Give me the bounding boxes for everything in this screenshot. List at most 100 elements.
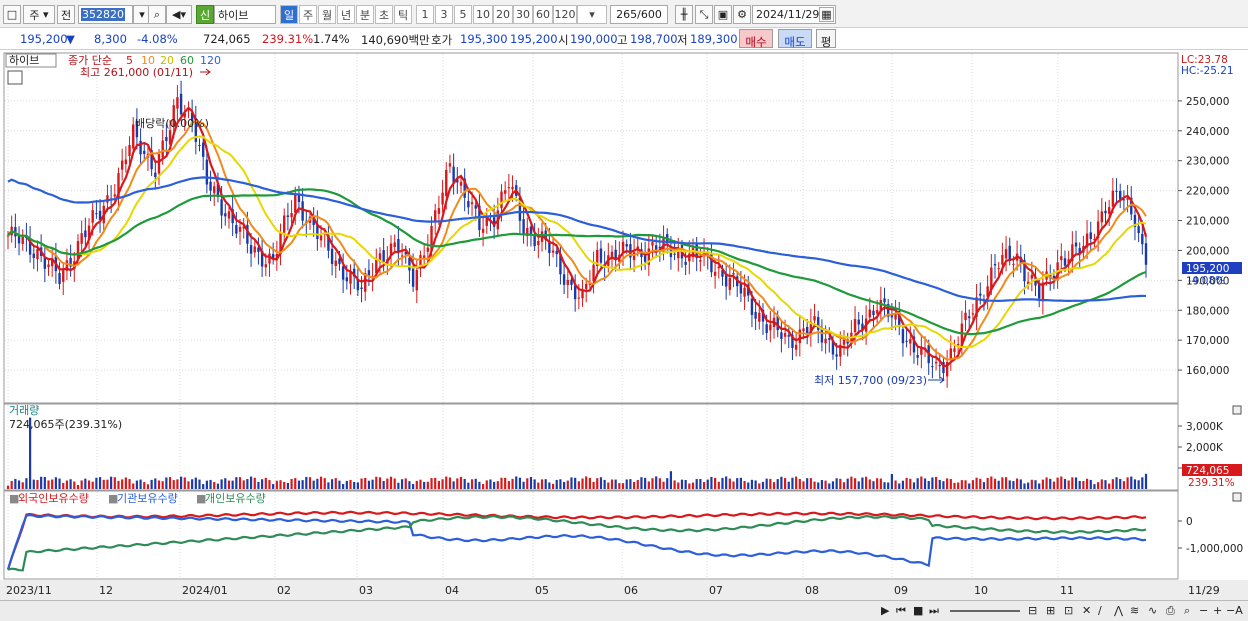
draw-tool-icon[interactable]: ⤡ (695, 5, 713, 24)
interval-5[interactable]: 5 (454, 5, 472, 24)
gear-icon[interactable]: ⚙ (733, 5, 751, 24)
cross-icon[interactable]: ✕ (1082, 604, 1091, 617)
calendar-icon[interactable]: ▦ (819, 7, 834, 22)
layout-icon[interactable]: ⊟ (1028, 604, 1037, 617)
zoom-slider[interactable] (950, 610, 1020, 612)
fib-icon[interactable]: ≋ (1130, 604, 1139, 617)
period-second[interactable]: 초 (375, 5, 393, 24)
period-day[interactable]: 일 (280, 5, 298, 24)
volume-bar (1023, 483, 1026, 489)
volume-bar (452, 481, 455, 489)
eval-button[interactable]: 평 (816, 29, 836, 49)
volume-bar (898, 483, 901, 489)
volume-bar (378, 477, 382, 489)
code-input[interactable]: 352820 (78, 5, 133, 24)
text-size-icon[interactable]: −A (1226, 604, 1243, 617)
volume-bar (769, 478, 772, 489)
holding-pane-close-icon[interactable] (1232, 492, 1242, 502)
volume-bar (319, 476, 323, 489)
buy-button[interactable]: 매수 (739, 29, 773, 49)
x-axis-label: 05 (535, 584, 549, 597)
ask-value: 195,300 (460, 32, 508, 46)
sound-icon[interactable]: ◀▾ (166, 5, 192, 24)
period-year[interactable]: 년 (337, 5, 355, 24)
volume-bar (400, 479, 404, 489)
mode-select[interactable]: 주 ▾ (23, 5, 55, 24)
price-tick-label: 250,000 (1186, 96, 1229, 108)
period-label: 분 (359, 8, 371, 22)
split-icon[interactable]: ⊞ (1046, 604, 1055, 617)
dividend-annotation: 배당락(0.00%) (135, 117, 209, 130)
candle-body (1001, 254, 1004, 265)
draw-line-icon[interactable]: ∕ (1098, 604, 1102, 617)
interval-label: 5 (459, 8, 467, 21)
candle-body (1107, 207, 1111, 214)
candle-body (905, 340, 908, 342)
volume-bar (213, 482, 216, 489)
grid-toggle-icon[interactable] (7, 70, 23, 85)
candle-body (783, 333, 787, 337)
candle-body (209, 181, 212, 191)
rewind-icon[interactable]: ⏮ (896, 604, 906, 618)
prev-button[interactable]: 전 (57, 5, 75, 24)
interval-1[interactable]: 1 (416, 5, 434, 24)
low-annotation: 최저 157,700 (09/23) (814, 374, 927, 387)
search-icon[interactable]: ⌕ (148, 5, 166, 24)
stock-chart[interactable]: 250,000 240,000 230,000 220,000 210,000 200,0… (0, 50, 1248, 600)
wave-icon[interactable]: ∿ (1148, 604, 1157, 617)
scroll-right-icon[interactable]: ▶ (881, 604, 889, 617)
stock-name-field[interactable]: 하이브 (214, 5, 276, 24)
interval-10[interactable]: 10 (473, 5, 493, 24)
volume-bar (658, 478, 661, 489)
minus-icon[interactable]: − (1199, 604, 1208, 617)
interval-20[interactable]: 20 (493, 5, 513, 24)
volume-bar (806, 478, 809, 489)
volume-pane-close-icon[interactable] (1232, 405, 1242, 415)
volume-bar (132, 483, 135, 489)
forward-icon[interactable]: ⏭ (929, 604, 939, 618)
volume-bar (1071, 477, 1074, 489)
interval-3[interactable]: 3 (435, 5, 453, 24)
volume-bar (835, 478, 838, 489)
period-minute[interactable]: 분 (356, 5, 374, 24)
candle-body (931, 366, 934, 368)
period-tick[interactable]: 틱 (394, 5, 412, 24)
search-small-icon[interactable]: ⌕ (1184, 604, 1190, 618)
window-icon[interactable]: □ (3, 5, 21, 24)
period-month[interactable]: 월 (318, 5, 336, 24)
high-value: 198,700 (630, 32, 678, 46)
interval-120[interactable]: 120 (553, 5, 577, 24)
print-icon[interactable]: ⎙ (1166, 604, 1175, 618)
stop-icon[interactable]: ■ (913, 604, 923, 617)
volume-bar (942, 481, 945, 489)
count-field[interactable]: 265/600 (610, 5, 668, 24)
candle-body (341, 266, 345, 280)
volume-bar (172, 480, 175, 489)
volume-bar (1041, 479, 1044, 489)
volume-bar (1130, 476, 1133, 489)
volume-bar (647, 481, 650, 489)
candle-body (36, 248, 39, 260)
candle-body (979, 293, 982, 296)
interval-30[interactable]: 30 (513, 5, 533, 24)
grid-view-icon[interactable]: ⊡ (1064, 604, 1073, 617)
period-week[interactable]: 주 (299, 5, 317, 24)
interval-custom-select[interactable]: ▾ (577, 5, 607, 24)
plus-icon[interactable]: + (1213, 604, 1222, 617)
candle-type-icon[interactable]: ╫ (675, 5, 693, 24)
volume-bar (205, 480, 208, 489)
save-icon[interactable]: ▣ (714, 5, 732, 24)
volume-bar (588, 477, 591, 489)
volume-bar (1045, 477, 1048, 489)
trend-icon[interactable]: ⋀ (1114, 604, 1123, 617)
candle-body (157, 154, 161, 174)
volume-bar (1027, 482, 1030, 489)
volume-bar (356, 482, 359, 489)
sell-button[interactable]: 매도 (778, 29, 812, 49)
volume-bar (375, 476, 378, 489)
interval-60[interactable]: 60 (533, 5, 553, 24)
candle-body (1012, 263, 1015, 265)
volume-bar (968, 483, 971, 489)
volume-bar (87, 480, 91, 489)
candle-body (224, 213, 227, 217)
